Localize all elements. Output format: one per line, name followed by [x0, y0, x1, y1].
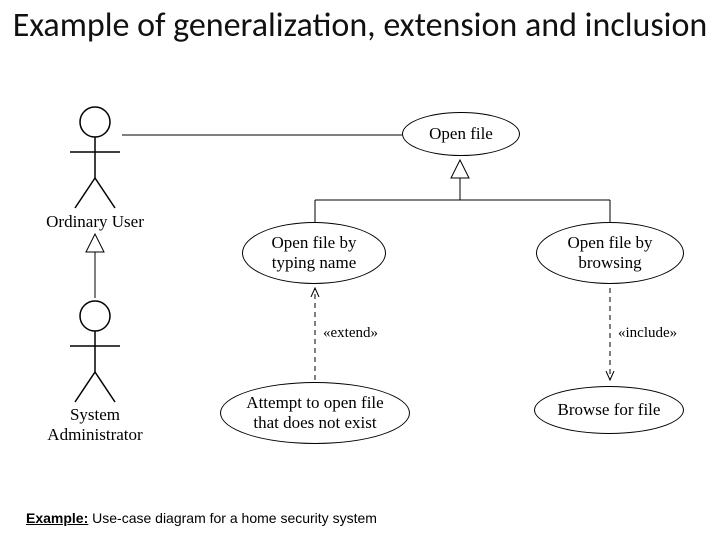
actor-label-system-admin: System Administrator — [40, 405, 150, 445]
footer-label: Example: — [26, 510, 88, 526]
stereotype-extend: «extend» — [323, 325, 378, 342]
usecase-open-by-browsing: Open file by browsing — [536, 222, 684, 284]
page-title: Example of generalization, extension and… — [0, 6, 720, 45]
usecase-open-by-typing: Open file by typing name — [242, 222, 386, 284]
actor-system-admin — [70, 301, 120, 402]
text: System — [70, 405, 120, 424]
usecase-attempt-open: Attempt to open file that does not exist — [220, 382, 410, 444]
text: Administrator — [47, 425, 142, 444]
text: that does not exist — [253, 413, 376, 432]
slide: Example of generalization, extension and… — [0, 0, 720, 540]
text: Open file by — [568, 233, 653, 252]
footer-text: Use-case diagram for a home security sys… — [88, 510, 377, 526]
actor-ordinary-user — [70, 107, 120, 208]
usecase-browse-for-file: Browse for file — [534, 386, 684, 434]
footer-caption: Example: Use-case diagram for a home sec… — [26, 510, 377, 526]
actor-label-ordinary-user: Ordinary User — [40, 212, 150, 232]
generalization-usecase — [315, 160, 610, 222]
text: Attempt to open file — [246, 393, 383, 412]
stereotype-include: «include» — [618, 325, 677, 342]
text: browsing — [578, 253, 641, 272]
generalization-actor — [86, 234, 104, 298]
uml-diagram: Ordinary User System Administrator Open … — [30, 100, 690, 480]
usecase-open-file: Open file — [402, 112, 520, 156]
text: Open file by — [272, 233, 357, 252]
text: typing name — [272, 253, 357, 272]
